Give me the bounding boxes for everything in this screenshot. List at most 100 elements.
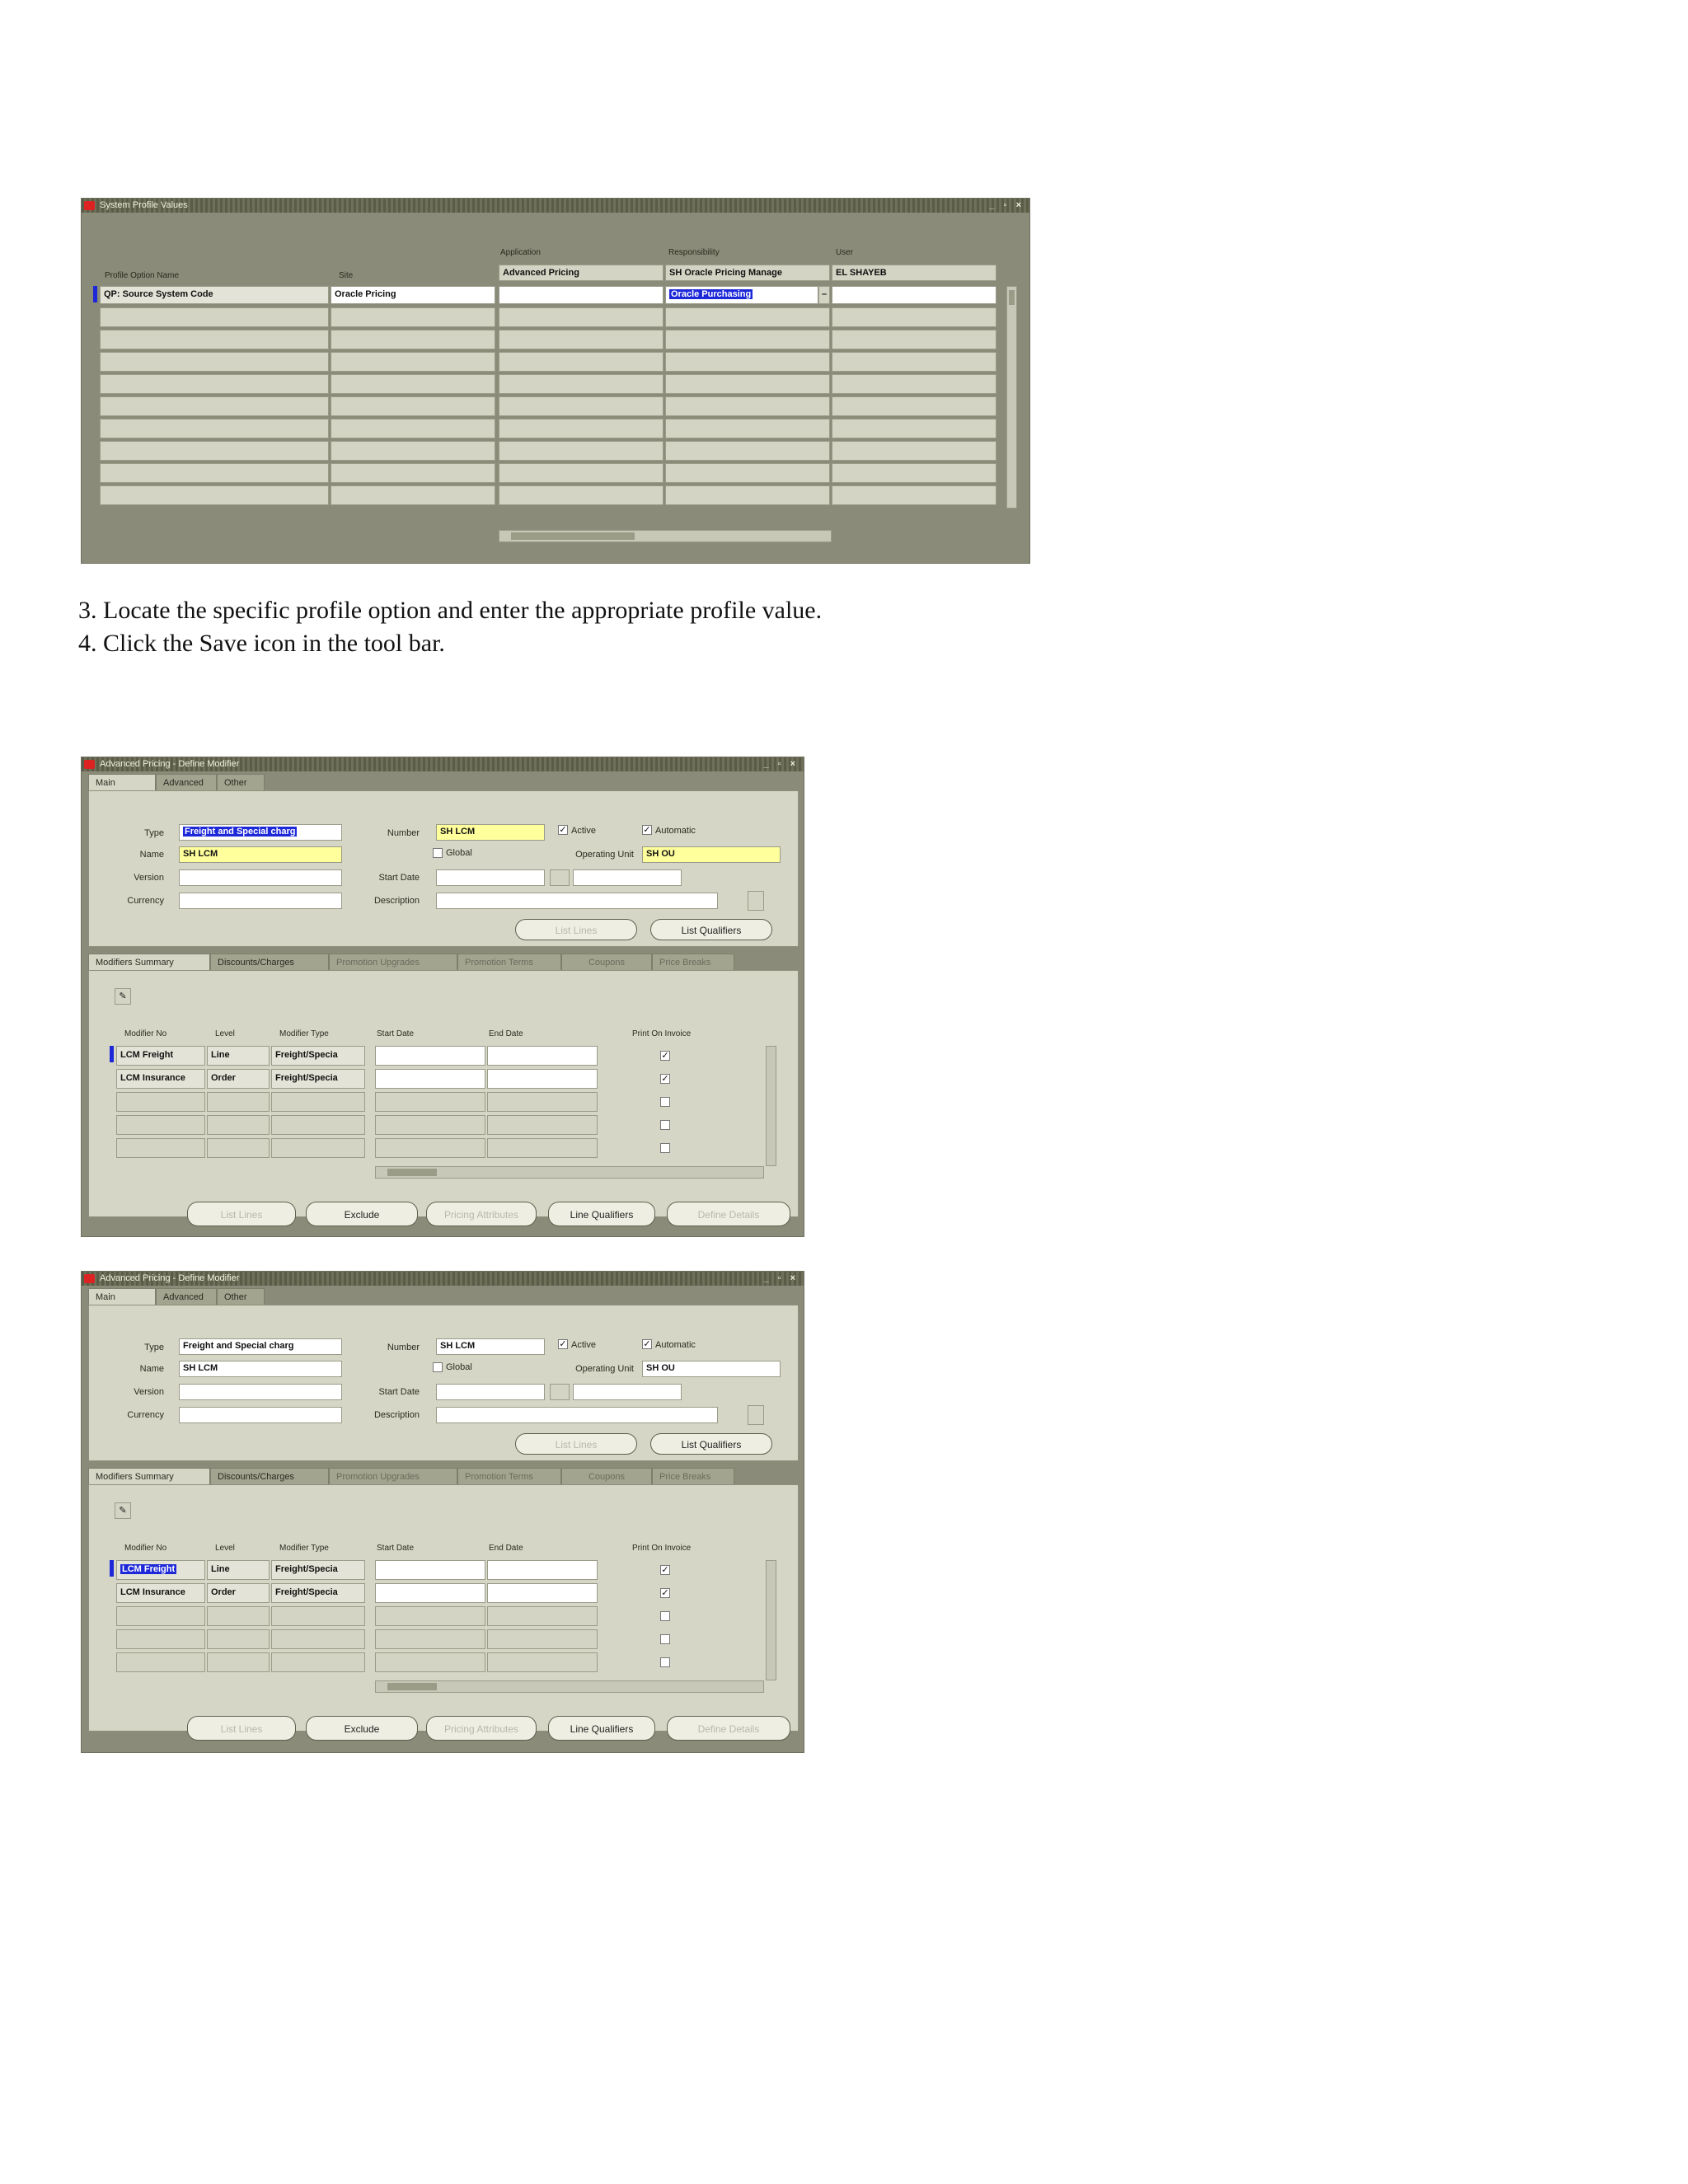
empty-grid-cell[interactable] (331, 485, 495, 505)
active-checkbox[interactable]: ✓ (558, 825, 568, 835)
end-date-cell[interactable] (487, 1652, 598, 1672)
empty-grid-cell[interactable] (665, 463, 830, 483)
profile-option-name-cell[interactable]: QP: Source System Code (100, 286, 329, 304)
start-date-cell[interactable] (375, 1115, 485, 1135)
automatic-checkbox[interactable]: ✓ (642, 1339, 652, 1349)
subtab-modifiers-summary[interactable]: Modifiers Summary (88, 954, 210, 970)
edit-record-icon[interactable]: ✎ (115, 988, 131, 1005)
start-date-cell[interactable] (375, 1629, 485, 1649)
modifier-type-cell[interactable] (271, 1115, 365, 1135)
description-field[interactable] (436, 893, 718, 909)
vertical-scrollbar[interactable] (766, 1046, 776, 1166)
subtab-coupons[interactable]: Coupons (561, 1468, 652, 1484)
subtab-promotion-terms[interactable]: Promotion Terms (457, 954, 561, 970)
empty-grid-cell[interactable] (665, 441, 830, 461)
modifier-no-cell[interactable]: LCM Freight (116, 1046, 205, 1066)
empty-grid-cell[interactable] (665, 352, 830, 372)
modifier-no-cell[interactable]: LCM Insurance (116, 1583, 205, 1603)
empty-grid-cell[interactable] (331, 463, 495, 483)
version-field[interactable] (179, 869, 342, 886)
flexfield-button[interactable] (748, 1405, 764, 1425)
level-cell[interactable] (207, 1629, 270, 1649)
empty-grid-cell[interactable] (100, 485, 329, 505)
modifier-type-cell[interactable] (271, 1092, 365, 1112)
level-cell[interactable] (207, 1606, 270, 1626)
start-date-field[interactable] (436, 869, 545, 886)
tab-advanced[interactable]: Advanced (156, 1288, 217, 1305)
start-date-cell[interactable] (375, 1560, 485, 1580)
empty-grid-cell[interactable] (100, 374, 329, 394)
start-date-cell[interactable] (375, 1606, 485, 1626)
level-cell[interactable] (207, 1092, 270, 1112)
edit-record-icon[interactable]: ✎ (115, 1502, 131, 1519)
empty-grid-cell[interactable] (100, 307, 329, 327)
list-qualifiers-button[interactable]: List Qualifiers (650, 919, 772, 940)
subtab-modifiers-summary[interactable]: Modifiers Summary (88, 1468, 210, 1484)
start-date-cell[interactable] (375, 1092, 485, 1112)
end-date-field[interactable] (573, 1384, 682, 1400)
site-value-field[interactable]: Oracle Pricing (331, 286, 495, 304)
modifier-type-cell[interactable] (271, 1138, 365, 1158)
number-field[interactable]: SH LCM (436, 1338, 545, 1355)
empty-grid-cell[interactable] (100, 396, 329, 416)
currency-field[interactable] (179, 1407, 342, 1423)
modifier-type-cell[interactable]: Freight/Specia (271, 1069, 365, 1089)
print-on-invoice-checkbox[interactable] (660, 1120, 670, 1130)
end-date-cell[interactable] (487, 1092, 598, 1112)
modifier-type-cell[interactable]: Freight/Specia (271, 1583, 365, 1603)
empty-grid-cell[interactable] (100, 463, 329, 483)
name-field[interactable]: SH LCM (179, 1361, 342, 1377)
automatic-checkbox[interactable]: ✓ (642, 825, 652, 835)
empty-grid-cell[interactable] (832, 485, 996, 505)
define-details-button[interactable]: Define Details (667, 1202, 790, 1226)
empty-grid-cell[interactable] (331, 396, 495, 416)
empty-grid-cell[interactable] (665, 330, 830, 349)
subtab-coupons[interactable]: Coupons (561, 954, 652, 970)
tab-other[interactable]: Other (217, 1288, 265, 1305)
modifier-type-cell[interactable] (271, 1652, 365, 1672)
print-on-invoice-checkbox[interactable] (660, 1657, 670, 1667)
empty-grid-cell[interactable] (499, 374, 663, 394)
subtab-price-breaks[interactable]: Price Breaks (652, 1468, 734, 1484)
end-date-cell[interactable] (487, 1560, 598, 1580)
end-date-cell[interactable] (487, 1138, 598, 1158)
empty-grid-cell[interactable] (100, 330, 329, 349)
define-details-button[interactable]: Define Details (667, 1716, 790, 1741)
subtab-discounts-charges[interactable]: Discounts/Charges (210, 954, 329, 970)
empty-grid-cell[interactable] (665, 485, 830, 505)
list-lines-header-button[interactable]: List Lines (515, 1433, 637, 1455)
empty-grid-cell[interactable] (331, 352, 495, 372)
modifier-no-cell[interactable] (116, 1629, 205, 1649)
number-field[interactable]: SH LCM (436, 824, 545, 841)
empty-grid-cell[interactable] (100, 419, 329, 438)
print-on-invoice-checkbox[interactable]: ✓ (660, 1074, 670, 1084)
description-field[interactable] (436, 1407, 718, 1423)
level-cell[interactable]: Order (207, 1583, 270, 1603)
empty-grid-cell[interactable] (499, 463, 663, 483)
line-qualifiers-button[interactable]: Line Qualifiers (548, 1202, 655, 1226)
end-date-cell[interactable] (487, 1583, 598, 1603)
end-date-field[interactable] (573, 869, 682, 886)
global-checkbox[interactable] (433, 1362, 443, 1372)
vertical-scrollbar[interactable] (766, 1560, 776, 1680)
subtab-promotion-upgrades[interactable]: Promotion Upgrades (329, 1468, 457, 1484)
pricing-attributes-button[interactable]: Pricing Attributes (426, 1716, 537, 1741)
end-date-cell[interactable] (487, 1606, 598, 1626)
subtab-price-breaks[interactable]: Price Breaks (652, 954, 734, 970)
level-cell[interactable]: Line (207, 1560, 270, 1580)
start-date-cell[interactable] (375, 1069, 485, 1089)
empty-grid-cell[interactable] (331, 374, 495, 394)
active-checkbox[interactable]: ✓ (558, 1339, 568, 1349)
empty-grid-cell[interactable] (832, 463, 996, 483)
empty-grid-cell[interactable] (100, 352, 329, 372)
level-cell[interactable] (207, 1138, 270, 1158)
level-cell[interactable]: Order (207, 1069, 270, 1089)
start-date-field[interactable] (436, 1384, 545, 1400)
empty-grid-cell[interactable] (832, 419, 996, 438)
print-on-invoice-checkbox[interactable]: ✓ (660, 1588, 670, 1598)
print-on-invoice-checkbox[interactable] (660, 1611, 670, 1621)
subtab-promotion-upgrades[interactable]: Promotion Upgrades (329, 954, 457, 970)
empty-grid-cell[interactable] (832, 352, 996, 372)
end-date-cell[interactable] (487, 1115, 598, 1135)
list-lines-button[interactable]: List Lines (187, 1202, 296, 1226)
